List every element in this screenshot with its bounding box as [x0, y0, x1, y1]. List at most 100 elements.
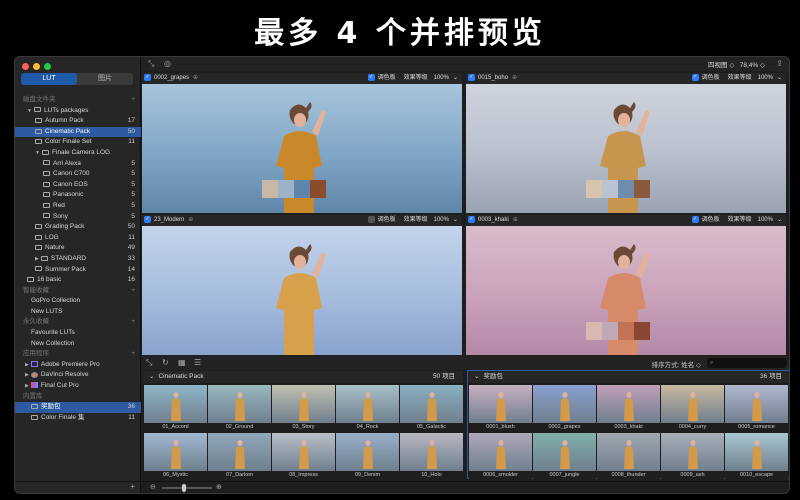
lut-thumbnail[interactable]: 08_Impress	[272, 433, 335, 480]
expand-icon[interactable]: ⤡	[148, 59, 154, 69]
zoom-in-icon[interactable]: ⊕	[216, 483, 222, 491]
lut-thumbnail[interactable]: 0004_curry	[661, 385, 724, 432]
lut-thumbnail[interactable]: 0003_khaki	[597, 385, 660, 432]
preview-enable-checkbox[interactable]: ✓	[468, 73, 475, 81]
sidebar-item-bonus-pack[interactable]: 奖励包 36	[15, 402, 141, 413]
preview-pane[interactable]: ✓ 0002_grapes ⊕ ✓ 调色板 效果等级 100% ⌄	[142, 73, 462, 213]
compare-icon[interactable]: ◎	[164, 59, 171, 68]
sidebar-item-folder[interactable]: ▼ Finale Camera LOG	[15, 148, 141, 159]
effect-value[interactable]: 100%	[758, 75, 773, 81]
chevron-down-icon[interactable]: ⌄	[149, 373, 154, 380]
add-folder-icon[interactable]: +	[131, 95, 135, 106]
disclosure-open-icon[interactable]: ▼	[27, 108, 32, 114]
disclosure-icon[interactable]: ▶	[25, 362, 29, 368]
info-icon[interactable]: ⊕	[193, 75, 198, 81]
disclosure-icon[interactable]: ▶	[25, 383, 29, 389]
minimize-window-button[interactable]	[33, 63, 40, 70]
sidebar-item-folder[interactable]: Panasonic 5	[15, 190, 141, 201]
chevron-down-icon[interactable]: ⌄	[453, 75, 458, 81]
preview-enable-checkbox[interactable]: ✓	[468, 215, 475, 223]
info-icon[interactable]: ⊕	[512, 75, 517, 81]
sidebar-item-folder[interactable]: Canon EOS 5	[15, 180, 141, 191]
palette-checkbox[interactable]: ✓	[367, 73, 375, 81]
lut-thumbnail[interactable]: 0010_escape	[725, 433, 788, 480]
grid-view-icon[interactable]: ▦	[178, 358, 186, 367]
close-window-button[interactable]	[22, 63, 29, 70]
lut-thumbnail[interactable]: 0009_ash	[661, 433, 724, 480]
lut-thumbnail[interactable]: 0008_thunder	[597, 433, 660, 480]
lut-thumbnail[interactable]: 0001_blush	[469, 385, 532, 432]
tab-images[interactable]: 图片	[77, 73, 133, 85]
sidebar-item-app[interactable]: ▶ Adobe Premiere Pro	[15, 360, 141, 371]
sidebar-item-folder[interactable]: Sony 5	[15, 212, 141, 223]
add-app-icon[interactable]: +	[131, 349, 135, 360]
lut-thumbnail[interactable]: 0007_jungle	[533, 433, 596, 480]
sidebar-item-folder[interactable]: Nature 49	[15, 243, 141, 254]
palette-checkbox[interactable]	[367, 215, 375, 223]
slider-knob[interactable]	[182, 484, 186, 492]
sidebar-item-folder[interactable]: LOG 11	[15, 233, 141, 244]
lut-thumbnail[interactable]: 0005_romance	[725, 385, 788, 432]
sidebar-item-collection[interactable]: Favourite LUTs	[15, 328, 141, 339]
thumbnail-size-slider[interactable]	[162, 487, 212, 489]
sidebar-item-folder[interactable]: ▼ LUTs packages	[15, 106, 141, 117]
refresh-icon[interactable]: ↻	[162, 358, 169, 367]
effect-value[interactable]: 100%	[434, 217, 449, 223]
preview-enable-checkbox[interactable]: ✓	[144, 215, 151, 223]
disclosure-icon[interactable]: ▶	[35, 256, 39, 262]
chevron-down-icon[interactable]: ⌄	[474, 373, 479, 380]
sidebar-item-folder[interactable]: ▶ STANDARD 33	[15, 254, 141, 265]
sidebar-item-folder[interactable]: Autumn Pack 17	[15, 116, 141, 127]
disclosure-open-icon[interactable]: ▼	[35, 150, 40, 156]
sidebar-item-folder[interactable]: 16 basic 16	[15, 275, 141, 286]
palette-checkbox[interactable]: ✓	[691, 215, 699, 223]
info-icon[interactable]: ⊕	[513, 217, 518, 223]
share-icon[interactable]: ⇪	[776, 59, 783, 68]
lut-thumbnail[interactable]: 10_Holo	[400, 433, 463, 480]
lut-thumbnail[interactable]: 0002_grapes	[533, 385, 596, 432]
palette-checkbox[interactable]: ✓	[691, 73, 699, 81]
add-collection-icon[interactable]: +	[131, 317, 135, 328]
sidebar-item-app[interactable]: ▶ DaVinci Resolve	[15, 370, 141, 381]
search-input[interactable]: ⌕	[707, 358, 787, 368]
info-icon[interactable]: ⊕	[188, 217, 193, 223]
sidebar-item-folder[interactable]: Red 5	[15, 201, 141, 212]
lut-thumbnail[interactable]: 01_Accord	[144, 385, 207, 432]
lut-thumbnail[interactable]: 05_Galactic	[400, 385, 463, 432]
preview-enable-checkbox[interactable]: ✓	[144, 73, 151, 81]
preview-pane[interactable]: ✓ 0015_boho ⊕ ✓ 调色板 效果等级 100% ⌄	[466, 73, 786, 213]
lut-thumbnail[interactable]: 0006_smolder	[469, 433, 532, 480]
sidebar-item-smart[interactable]: GoPro Collection	[15, 296, 141, 307]
lut-thumbnail[interactable]: 07_Darken	[208, 433, 271, 480]
sidebar-item-app[interactable]: ▶ Final Cut Pro	[15, 381, 141, 392]
lut-thumbnail[interactable]: 06_Mystic	[144, 433, 207, 480]
preview-pane[interactable]: ✓ 0003_khaki ⊕ ✓ 调色板 效果等级 100% ⌄	[466, 215, 786, 355]
list-view-icon[interactable]: ☰	[194, 358, 201, 367]
sidebar-item-collection[interactable]: New Collection	[15, 339, 141, 350]
lut-thumbnail[interactable]: 09_Denim	[336, 433, 399, 480]
add-icon[interactable]: +	[130, 482, 135, 491]
add-smart-icon[interactable]: +	[131, 286, 135, 297]
chevron-down-icon[interactable]: ⌄	[453, 217, 458, 223]
sidebar-item-folder[interactable]: Summer Pack 14	[15, 265, 141, 276]
effect-value[interactable]: 100%	[758, 217, 773, 223]
sidebar-item-folder[interactable]: Cinematic Pack 50	[15, 126, 141, 138]
view-mode-select[interactable]: 四视图 ◇ 78,4% ◇	[708, 59, 765, 69]
sidebar-item-folder[interactable]: Canon C700 5	[15, 169, 141, 180]
zoom-window-button[interactable]	[44, 63, 51, 70]
sidebar-item-folder[interactable]: Arri Alexa 5	[15, 159, 141, 170]
collapse-icon[interactable]: ⤡	[146, 358, 152, 368]
effect-value[interactable]: 100%	[434, 75, 449, 81]
sidebar-item-smart[interactable]: New LUTS	[15, 307, 141, 318]
lut-thumbnail[interactable]: 02_Ground	[208, 385, 271, 432]
disclosure-icon[interactable]: ▶	[25, 372, 29, 378]
lut-thumbnail[interactable]: 04_Rock	[336, 385, 399, 432]
tab-lut[interactable]: LUT	[21, 73, 77, 85]
zoom-out-icon[interactable]: ⊖	[150, 483, 156, 491]
sidebar-item-folder[interactable]: Grading Pack 50	[15, 222, 141, 233]
lut-thumbnail[interactable]: 03_Story	[272, 385, 335, 432]
preview-pane[interactable]: ✓ 23_Modern ⊕ 调色板 效果等级 100% ⌄	[142, 215, 462, 355]
sort-select[interactable]: 排序方式: 姓名 ◇	[652, 359, 701, 369]
chevron-down-icon[interactable]: ⌄	[777, 217, 782, 223]
sidebar-item-folder[interactable]: Color Finale Set 11	[15, 137, 141, 148]
